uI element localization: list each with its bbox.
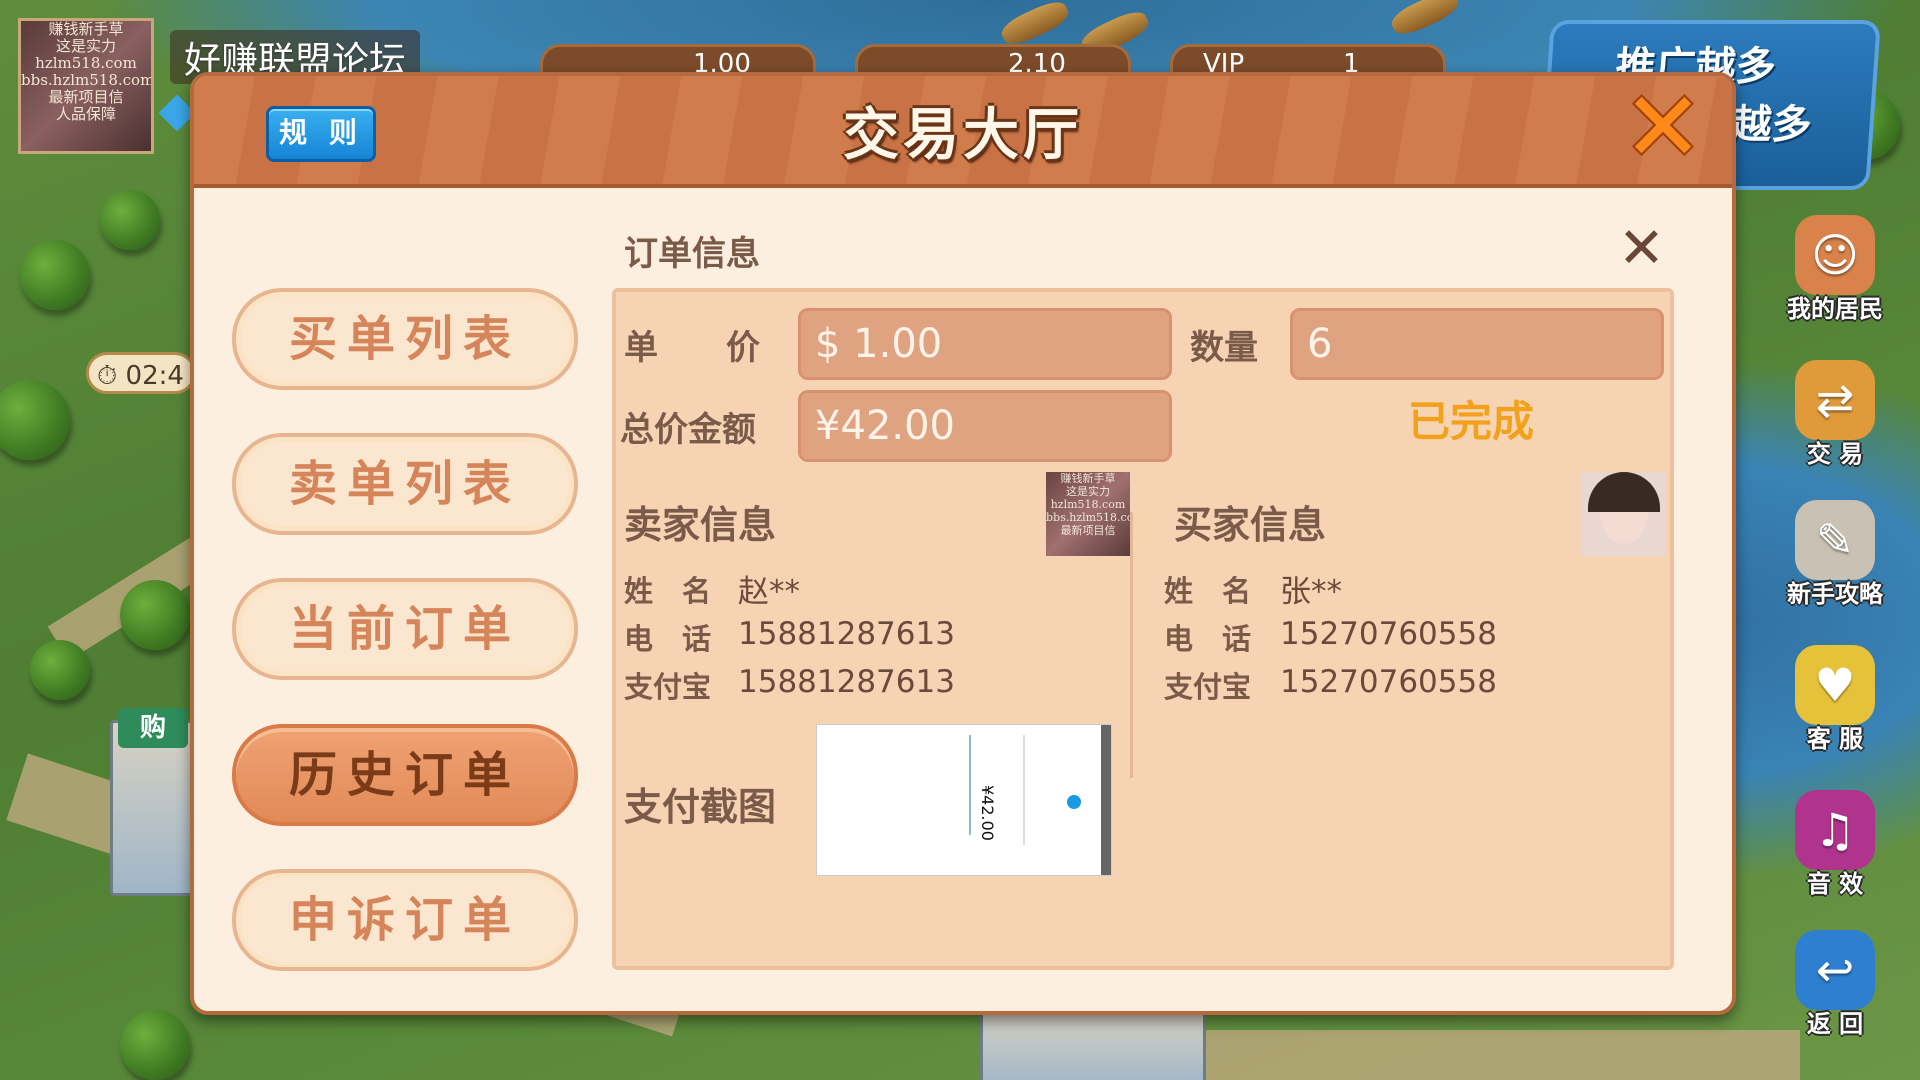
quantity-label: 数量 (1190, 328, 1258, 368)
screenshot-amount: ¥42.00 (978, 785, 997, 841)
order-status-badge: 已完成 (1408, 397, 1535, 446)
screenshot-line (969, 735, 971, 835)
payment-screenshot[interactable]: ¥42.00 (816, 724, 1112, 876)
total-amount-label: 总价金额 (620, 410, 756, 450)
total-amount-field: ¥42.00 (798, 390, 1172, 462)
stopwatch-icon: ⏱ (97, 361, 118, 391)
boat (997, 0, 1073, 50)
avatar-text-line: bbs.hzlm518.com (1046, 511, 1130, 524)
order-info-title: 订单信息 (624, 234, 760, 274)
buyer-phone-key: 电 话 (1164, 622, 1252, 656)
tree (0, 380, 70, 460)
avatar-text-line: 赚钱新手草 (1060, 472, 1116, 485)
forum-avatar[interactable]: 赚钱新手草 这是实力 hzlm518.com bbs.hzlm518.com 最… (18, 18, 154, 154)
dialog-title: 交易大厅 (843, 103, 1083, 168)
music-icon: ♫ (1795, 790, 1875, 870)
service-icon: ♥ (1795, 645, 1875, 725)
nav-history-orders[interactable]: 历史订单 (232, 724, 578, 826)
seller-alipay-key: 支付宝 (624, 670, 712, 704)
nav-current-orders[interactable]: 当前订单 (232, 578, 578, 680)
seller-phone: 15881287613 (738, 616, 955, 652)
seller-phone-key: 电 话 (624, 622, 712, 656)
avatar-text-line: 这是实力 (1066, 485, 1110, 498)
avatar-text-line: hzlm518.com (35, 54, 137, 72)
tree (30, 640, 90, 700)
close-dialog-button[interactable]: ✕ (1618, 79, 1708, 175)
seller-alipay: 15881287613 (738, 664, 955, 700)
avatar-text-line: 赚钱新手草 (48, 20, 124, 38)
payment-screenshot-label: 支付截图 (624, 785, 777, 829)
timer-badge: ⏱ 02:4 (86, 352, 196, 394)
avatar-text-line: 最新项目信 (1060, 524, 1116, 537)
avatar-hair (1588, 472, 1660, 512)
side-menu-guide[interactable]: ✎ 新手攻略 (1770, 500, 1900, 609)
section-divider (1130, 512, 1133, 778)
avatar-text-line: bbs.hzlm518.com (21, 71, 154, 89)
nav-sell-list[interactable]: 卖单列表 (232, 433, 578, 535)
buyer-alipay-key: 支付宝 (1164, 670, 1252, 704)
side-menu-service[interactable]: ♥ 客 服 (1770, 645, 1900, 754)
close-icon: ✕ (1618, 216, 1665, 281)
seller-info-title: 卖家信息 (624, 503, 777, 547)
screenshot-sidebar (1101, 725, 1111, 875)
side-menu-back[interactable]: ↩ 返 回 (1770, 930, 1900, 1039)
trading-hall-dialog: 规 则 交易大厅 ✕ 买单列表 卖单列表 当前订单 历史订单 申诉订单 订单信息… (190, 72, 1736, 1015)
unit-price-label: 单 价 (624, 328, 760, 368)
avatar-text-line: hzlm518.com (1050, 498, 1126, 511)
boat (1387, 0, 1463, 40)
side-menu-label: 客 服 (1806, 725, 1864, 753)
seller-avatar: 赚钱新手草 这是实力 hzlm518.com bbs.hzlm518.com 最… (1046, 472, 1130, 556)
alipay-icon (1067, 795, 1081, 809)
tree (120, 1010, 190, 1080)
buyer-phone: 15270760558 (1280, 616, 1497, 652)
side-menu-label: 交 易 (1806, 440, 1864, 468)
avatar-text-line: 人品保障 (55, 105, 116, 123)
exchange-icon: ⇄ (1795, 360, 1875, 440)
tree (120, 580, 190, 650)
buyer-alipay: 15270760558 (1280, 664, 1497, 700)
residents-icon: ☺ (1795, 215, 1875, 295)
screenshot-line (1023, 735, 1025, 845)
avatar-text-line: 这是实力 (55, 37, 116, 55)
seller-name-key: 姓 名 (624, 574, 712, 608)
buyer-info-title: 买家信息 (1174, 503, 1327, 547)
dialog-header: 规 则 交易大厅 ✕ (194, 76, 1732, 188)
side-menu-exchange[interactable]: ⇄ 交 易 (1770, 360, 1900, 469)
tree (100, 190, 160, 250)
timer-text: 02:4 (125, 361, 184, 391)
nav-buy-list[interactable]: 买单列表 (232, 288, 578, 390)
building-sign[interactable]: 购 (118, 708, 188, 748)
side-menu-label: 新手攻略 (1787, 580, 1883, 608)
side-menu-music[interactable]: ♫ 音 效 (1770, 790, 1900, 899)
tree (20, 240, 90, 310)
close-icon: ✕ (1622, 72, 1704, 183)
back-icon: ↩ (1795, 930, 1875, 1010)
avatar-text-line: 最新项目信 (48, 88, 124, 106)
quantity-field: 6 (1290, 308, 1664, 380)
side-menu-label: 返 回 (1806, 1010, 1864, 1038)
close-order-button[interactable]: ✕ (1618, 216, 1665, 281)
buyer-name-key: 姓 名 (1164, 574, 1252, 608)
side-menu-residents[interactable]: ☺ 我的居民 (1770, 215, 1900, 324)
buyer-avatar (1582, 472, 1666, 556)
map-building[interactable] (980, 1005, 1206, 1080)
seller-name: 赵** (738, 574, 800, 610)
guide-icon: ✎ (1795, 500, 1875, 580)
unit-price-field: $ 1.00 (798, 308, 1172, 380)
buyer-name: 张** (1280, 574, 1342, 610)
building-sign-label: 购 (139, 713, 166, 743)
side-menu-label: 我的居民 (1787, 295, 1883, 323)
side-menu-label: 音 效 (1806, 870, 1864, 898)
nav-appeal-orders[interactable]: 申诉订单 (232, 869, 578, 971)
